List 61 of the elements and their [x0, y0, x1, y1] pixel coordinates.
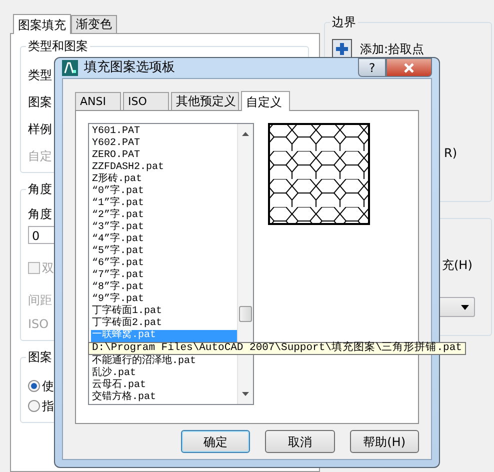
list-item[interactable]: “1”字.pat — [91, 198, 237, 210]
tab[interactable]: 渐变色 — [71, 15, 117, 33]
spacing-label: 间距 — [28, 292, 52, 308]
tab[interactable]: 自定义 — [241, 91, 290, 111]
path-tooltip: D:\Program Files\AutoCAD 2007\Support\填充图案\三角形拼铺.pat — [88, 342, 466, 355]
list-item[interactable]: Y601.PAT — [91, 126, 237, 138]
list-item[interactable]: “7”字.pat — [91, 270, 237, 282]
dropdown[interactable] — [437, 297, 475, 317]
partial-label: 充(H) — [442, 257, 472, 273]
list-item[interactable]: 丁字砖面1.pat — [91, 306, 237, 318]
list-item[interactable]: ZZFDASH2.pat — [91, 162, 237, 174]
scroll-down-icon[interactable] — [242, 392, 249, 396]
scroll-up-icon[interactable] — [242, 132, 249, 136]
tab[interactable]: 图案填充 — [13, 14, 71, 34]
list-item[interactable]: Z形砖.pat — [91, 174, 237, 186]
list-item[interactable]: “4”字.pat — [91, 234, 237, 246]
field-label: 图案 — [28, 94, 52, 110]
group-title: 边界 — [330, 14, 358, 30]
field-label: 样例 — [28, 121, 52, 137]
close-icon — [403, 62, 415, 72]
list-item[interactable]: “2”字.pat — [91, 210, 237, 222]
radio-label: 使 — [42, 378, 54, 394]
pick-points-icon[interactable] — [332, 39, 352, 59]
list-item[interactable]: Y602.PAT — [91, 138, 237, 150]
dialog-button[interactable]: 取消 — [265, 430, 335, 453]
group-title: 类型和图案 — [26, 38, 90, 54]
caret-icon — [461, 304, 469, 310]
scroll-thumb[interactable] — [239, 306, 252, 322]
angle-label: 角度 — [28, 206, 52, 222]
list-item[interactable]: “6”字.pat — [91, 258, 237, 270]
tab[interactable]: ISO — [123, 92, 169, 110]
pick-points-label: 添加:拾取点 — [360, 41, 424, 57]
list-item[interactable]: “9”字.pat — [91, 294, 237, 306]
window-title: 填充图案选项板 — [84, 59, 176, 78]
field-label: 自定 — [28, 148, 52, 164]
list-item[interactable]: 不能通行的沼泽地.pat — [91, 356, 237, 368]
help-button[interactable]: ? — [358, 58, 386, 77]
list-item[interactable]: 交错方格.pat — [91, 392, 237, 404]
list-item[interactable]: “5”字.pat — [91, 246, 237, 258]
list-item[interactable]: 乱沙.pat — [91, 368, 237, 380]
dialog-button[interactable]: 确定 — [181, 430, 250, 453]
dialog-button[interactable]: 帮助(H) — [350, 430, 419, 453]
list-item[interactable]: 丁字砖面2.pat — [91, 318, 237, 330]
tab[interactable]: 其他预定义 — [171, 92, 239, 110]
radio-button[interactable] — [28, 400, 40, 412]
list-item[interactable]: ZERO.PAT — [91, 150, 237, 162]
group-title: 角度 — [26, 181, 54, 197]
list-item[interactable]: 云母石.pat — [91, 380, 237, 392]
tab[interactable]: ANSI — [75, 92, 121, 110]
checkbox-label: 双 — [42, 260, 54, 276]
radio-button[interactable] — [28, 380, 40, 392]
list-item[interactable]: “8”字.pat — [91, 282, 237, 294]
iso-label: ISO — [28, 316, 49, 332]
radio-label: 指 — [42, 398, 54, 414]
app-icon — [62, 60, 78, 76]
partial-label: R) — [444, 145, 458, 161]
list-item[interactable]: “3”字.pat — [91, 222, 237, 234]
close-button[interactable] — [386, 58, 432, 77]
group-title: 图案 — [26, 349, 54, 365]
list-item[interactable]: “0”字.pat — [91, 186, 237, 198]
field-label: 类型 — [28, 67, 52, 83]
